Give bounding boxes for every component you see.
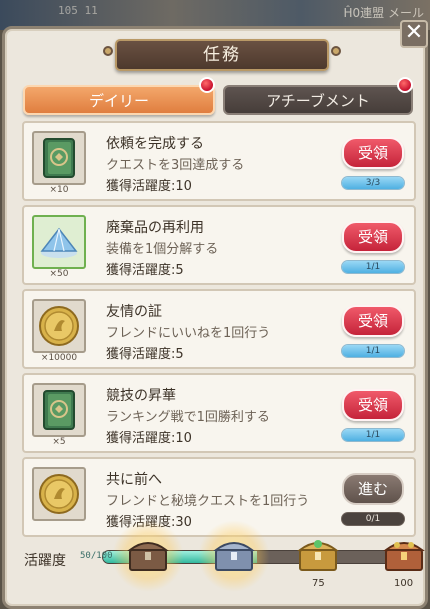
claim-button[interactable]: 受領 — [342, 137, 404, 169]
tab-achievement[interactable]: アチーブメント — [223, 85, 413, 115]
title-ornament-right — [331, 46, 341, 56]
silver-chest-icon — [213, 542, 255, 571]
claim-button[interactable]: 受領 — [342, 389, 404, 421]
task-title: 廃棄品の再利用 — [106, 220, 204, 236]
milestone-chest-50[interactable] — [212, 534, 256, 574]
task-description: ランキング戦で1回勝利する — [106, 410, 270, 425]
task-card: ×5 競技の昇華 ランキング戦で1回勝利する 獲得活躍度:10 受領 1/1 — [22, 373, 416, 453]
claim-button[interactable]: 受領 — [342, 305, 404, 337]
background-right-text: Ĥ0連盟 メール — [343, 6, 424, 20]
task-description: フレンドと秘境クエストを1回行う — [106, 494, 310, 509]
task-list[interactable]: ×10 依頼を完成する クエストを3回達成する 獲得活躍度:10 受領 3/3 … — [22, 121, 418, 541]
task-progress-text: 1/1 — [365, 346, 381, 356]
task-reward-slot[interactable] — [32, 131, 86, 185]
task-points: 獲得活躍度:5 — [106, 263, 184, 278]
reward-quantity: ×10000 — [40, 353, 78, 363]
gold-coin-icon — [39, 306, 79, 346]
green-book-icon — [43, 138, 75, 178]
reward-quantity: ×5 — [52, 437, 66, 447]
task-reward-slot[interactable] — [32, 467, 86, 521]
close-button[interactable]: ✕ — [400, 20, 428, 48]
task-points: 獲得活躍度:5 — [106, 347, 184, 362]
task-progress-bar: 1/1 — [341, 344, 405, 358]
milestone-label: 100 — [394, 578, 414, 589]
go-button[interactable]: 進む — [342, 473, 404, 505]
task-reward-slot[interactable] — [32, 299, 86, 353]
green-book-icon — [43, 390, 75, 430]
task-title: 依頼を完成する — [106, 136, 204, 152]
activity-progress-text: 50/100 — [80, 551, 113, 561]
missions-window: 任務 デイリー アチーブメント ×10 依頼を完成する クエストを3回達成する … — [2, 26, 428, 609]
task-reward-slot[interactable] — [32, 383, 86, 437]
activity-label: 活躍度 — [24, 553, 66, 569]
wooden-chest-icon — [127, 542, 169, 571]
gold-chest-icon — [297, 540, 339, 571]
task-progress-bar: 1/1 — [341, 260, 405, 274]
tab-daily-label: デイリー — [88, 92, 149, 110]
background-left-text: 105 11 — [58, 4, 98, 17]
claim-button[interactable]: 受領 — [342, 221, 404, 253]
tab-achievement-badge — [397, 77, 413, 93]
treasure-chest-icon — [383, 542, 425, 571]
task-description: 装備を1個分解する — [106, 242, 219, 257]
task-description: フレンドにいいねを1回行う — [106, 326, 271, 341]
tab-daily[interactable]: デイリー — [23, 85, 215, 115]
task-progress-text: 3/3 — [365, 178, 381, 188]
reward-quantity: ×10 — [49, 185, 69, 195]
task-description: クエストを3回達成する — [106, 158, 245, 173]
reward-quantity: ×50 — [49, 269, 69, 279]
task-card: ×10 依頼を完成する クエストを3回達成する 獲得活躍度:10 受領 3/3 — [22, 121, 416, 201]
task-progress-bar: 1/1 — [341, 428, 405, 442]
gold-coin-icon — [39, 474, 79, 514]
title-ornament-left — [103, 46, 113, 56]
blue-crystal-icon — [40, 227, 78, 258]
task-progress-bar: 0/1 — [341, 512, 405, 526]
task-progress-text: 0/1 — [365, 514, 381, 524]
task-points: 獲得活躍度:10 — [106, 431, 192, 446]
task-title: 競技の昇華 — [106, 388, 176, 404]
task-reward-slot[interactable] — [32, 215, 86, 269]
task-progress-text: 1/1 — [365, 262, 381, 272]
window-title: 任務 — [115, 39, 329, 71]
task-progress-text: 1/1 — [365, 430, 381, 440]
milestone-label: 75 — [312, 578, 325, 589]
milestone-chest-75[interactable] — [296, 534, 340, 574]
task-title: 友情の証 — [106, 304, 162, 320]
task-progress-bar: 3/3 — [341, 176, 405, 190]
tab-daily-badge — [199, 77, 215, 93]
milestone-chest-100[interactable] — [382, 534, 426, 574]
task-points: 獲得活躍度:10 — [106, 179, 192, 194]
task-card: ×50 廃棄品の再利用 装備を1個分解する 獲得活躍度:5 受領 1/1 — [22, 205, 416, 285]
milestone-chest-25[interactable] — [126, 534, 170, 574]
task-title: 共に前へ — [106, 472, 162, 488]
task-card: ×10000 友情の証 フレンドにいいねを1回行う 獲得活躍度:5 受領 1/1 — [22, 289, 416, 369]
tab-achievement-label: アチーブメント — [266, 92, 370, 110]
